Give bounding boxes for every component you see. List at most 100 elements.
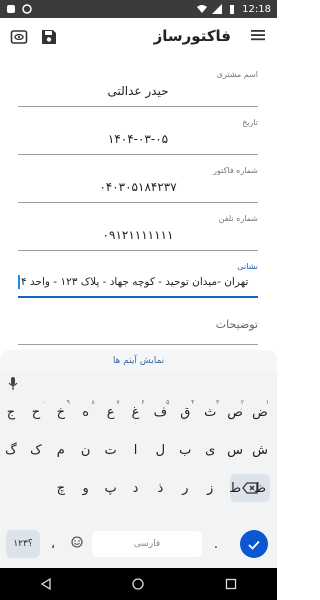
key-label: س: [227, 442, 244, 458]
space-key[interactable]: فارسی: [92, 531, 202, 557]
key-r1-3[interactable]: ق۴: [174, 398, 196, 426]
key-r2-2[interactable]: ی: [199, 436, 221, 464]
phone-field[interactable]: شماره تلفن ۰۹۱۲۱۱۱۱۱۱۱: [18, 214, 258, 254]
key-label: ق: [180, 404, 191, 420]
emoji-key[interactable]: [66, 530, 88, 558]
show-items-button[interactable]: نمایش آیتم ها: [0, 350, 277, 372]
key-label: ز: [207, 480, 214, 496]
customer-field[interactable]: اسم مشتری حیدر عدالتی: [18, 70, 258, 110]
key-r1-0[interactable]: ض۱: [249, 398, 271, 426]
key-r3-8[interactable]: چ: [50, 474, 72, 502]
app-bar: فاکتورساز: [0, 18, 277, 56]
key-hint: ۸: [91, 399, 95, 406]
check-icon: [248, 535, 260, 554]
key-r2-10[interactable]: گ: [0, 436, 22, 464]
key-r1-1[interactable]: ص۲: [224, 398, 246, 426]
key-label: ض: [252, 404, 268, 420]
key-r2-6[interactable]: ت: [100, 436, 122, 464]
notification-icon: [6, 4, 16, 14]
key-r1-9[interactable]: ح۰: [25, 398, 47, 426]
key-r1-10[interactable]: ج: [0, 398, 22, 426]
date-underline: [18, 154, 258, 155]
key-label: ک: [30, 442, 42, 458]
key-r3-6[interactable]: پ: [100, 474, 122, 502]
key-label: ج: [6, 404, 16, 420]
invoice-number-underline: [18, 202, 258, 203]
address-underline: [18, 296, 258, 298]
key-label: ف: [153, 404, 168, 420]
symbols-key[interactable]: ؟۱۲۳: [6, 530, 40, 558]
customer-value: حیدر عدالتی: [107, 84, 169, 98]
key-r3-7[interactable]: و: [75, 474, 97, 502]
key-label: د: [132, 480, 139, 496]
address-value: تهران -میدان توحید - کوچه جهاد - پلاک ۱۲…: [21, 276, 249, 288]
back-icon[interactable]: [40, 575, 52, 594]
phone-label: شماره تلفن: [218, 214, 258, 223]
key-r3-1[interactable]: ط: [224, 474, 246, 502]
key-r2-3[interactable]: ب: [174, 436, 196, 464]
key-r1-5[interactable]: غ۶: [125, 398, 147, 426]
recents-icon[interactable]: [225, 575, 237, 594]
key-label: ه: [82, 404, 90, 420]
save-icon[interactable]: [38, 26, 60, 48]
key-r2-1[interactable]: س: [224, 436, 246, 464]
key-label: و: [82, 480, 89, 496]
key-r1-2[interactable]: ث۳: [199, 398, 221, 426]
customer-underline: [18, 106, 258, 107]
key-r2-7[interactable]: ن: [75, 436, 97, 464]
key-label: ع: [106, 404, 115, 420]
enter-key[interactable]: [240, 530, 268, 558]
keyboard-toolbar: [0, 372, 277, 394]
phone-underline: [18, 250, 258, 251]
signal-icon: [212, 4, 223, 14]
period-key[interactable]: .: [206, 530, 226, 558]
key-r3-0[interactable]: ظ: [249, 474, 271, 502]
key-hint: ۹: [66, 399, 70, 406]
key-r3-3[interactable]: ر: [174, 474, 196, 502]
key-r1-7[interactable]: ه۸: [75, 398, 97, 426]
key-r3-2[interactable]: ز: [199, 474, 221, 502]
key-r2-8[interactable]: م: [50, 436, 72, 464]
system-nav-bar: [0, 568, 277, 600]
key-label: ب: [179, 442, 192, 458]
emoji-icon: [71, 536, 83, 552]
key-r3-4[interactable]: ذ: [149, 474, 171, 502]
description-field[interactable]: توضیحات: [18, 312, 258, 348]
key-label: ط: [229, 480, 242, 496]
soft-keyboard: ض۱ص۲ث۳ق۴ف۵غ۶ع۷ه۸خ۹ح۰ج شسیبلاتنمکگ ظطزرذد…: [0, 372, 277, 568]
key-label: ذ: [157, 480, 164, 496]
invoice-number-field[interactable]: شماره فاکتور ۰۴۰۳۰۵۱۸۴۲۳۷: [18, 166, 258, 206]
key-r2-5[interactable]: ا: [125, 436, 147, 464]
comma-key[interactable]: ،: [42, 530, 64, 558]
key-label: ر: [182, 480, 189, 496]
description-placeholder: توضیحات: [215, 318, 258, 331]
phone-value: ۰۹۱۲۱۱۱۱۱۱۱: [102, 228, 174, 242]
app-notification-icon: [22, 4, 32, 14]
key-label: ح: [31, 404, 41, 420]
key-r1-4[interactable]: ف۵: [149, 398, 171, 426]
key-r1-6[interactable]: ع۷: [100, 398, 122, 426]
address-field[interactable]: نشانی تهران -میدان توحید - کوچه جهاد - پ…: [18, 262, 258, 302]
key-hint: ۴: [191, 399, 195, 406]
key-label: ن: [80, 442, 91, 458]
key-r2-0[interactable]: ش: [249, 436, 271, 464]
key-label: غ: [131, 404, 140, 420]
date-value: ۱۴۰۴-۰۳-۰۵: [107, 132, 169, 146]
key-r1-8[interactable]: خ۹: [50, 398, 72, 426]
microphone-icon[interactable]: [8, 376, 18, 395]
key-r2-4[interactable]: ل: [149, 436, 171, 464]
key-hint: ۱: [265, 399, 269, 406]
key-label: ش: [252, 442, 268, 458]
key-hint: ۲: [240, 399, 245, 406]
date-field[interactable]: تاریخ ۱۴۰۴-۰۳-۰۵: [18, 118, 258, 158]
key-r3-5[interactable]: د: [125, 474, 147, 502]
key-hint: ۵: [166, 399, 170, 406]
key-label: گ: [5, 442, 17, 458]
preview-icon[interactable]: [8, 26, 30, 48]
menu-icon[interactable]: [249, 26, 267, 48]
key-r2-9[interactable]: ک: [25, 436, 47, 464]
wifi-icon: [197, 4, 208, 14]
status-time: 12:18: [242, 3, 271, 15]
home-icon[interactable]: [132, 575, 145, 594]
key-hint: ۶: [141, 399, 145, 406]
